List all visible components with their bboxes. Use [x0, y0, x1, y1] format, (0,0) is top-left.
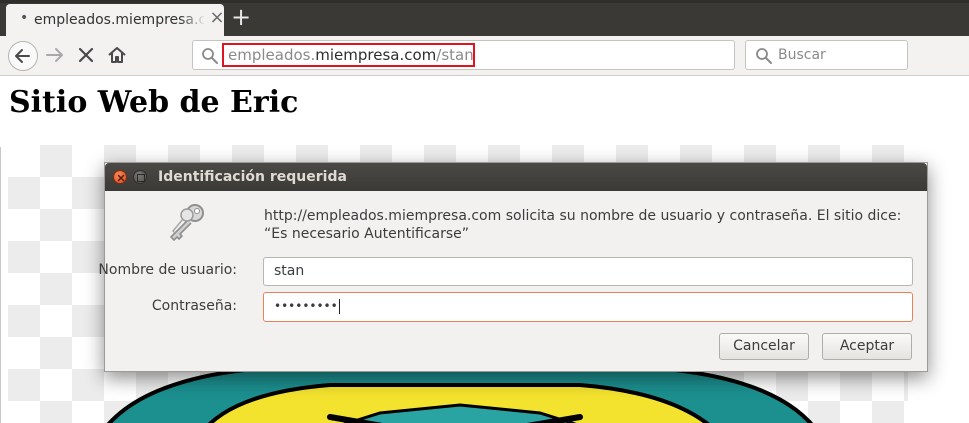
page-title: Sitio Web de Eric: [9, 85, 299, 120]
cancel-button[interactable]: Cancelar: [719, 333, 809, 360]
home-icon: [108, 47, 126, 63]
username-field[interactable]: stan: [263, 257, 913, 286]
tab-close-icon[interactable]: ×: [209, 8, 225, 28]
tab-active[interactable]: • empleados.miempresa.com/stan ×: [6, 4, 225, 36]
url-path: /stan: [436, 46, 474, 64]
stop-button[interactable]: [74, 43, 98, 67]
accept-button[interactable]: Aceptar: [822, 333, 912, 360]
password-label: Contraseña:: [151, 298, 237, 314]
tab-title-fade: [180, 8, 206, 28]
stop-x-icon: [78, 47, 94, 63]
home-button[interactable]: [105, 43, 129, 67]
search-icon: [202, 48, 218, 64]
username-label: Nombre de usuario:: [98, 262, 237, 278]
url-bar[interactable]: empleados.miempresa.com/stan: [192, 40, 735, 70]
close-icon: [117, 174, 125, 182]
navigation-toolbar: empleados.miempresa.com/stan Buscar: [0, 36, 969, 76]
username-value: stan: [274, 263, 305, 279]
arrow-left-icon: [15, 49, 30, 63]
dialog-close-button[interactable]: [113, 170, 127, 184]
cartoon-image: [106, 365, 814, 423]
dialog-minimize-button[interactable]: [133, 170, 147, 184]
arrow-right-icon: [46, 48, 63, 62]
dialog-titlebar[interactable]: Identificación requerida: [105, 163, 927, 191]
page-border: [0, 147, 1, 423]
url-text[interactable]: empleados.miempresa.com/stan: [228, 46, 474, 64]
tab-title: empleados.miempresa.com/stan: [34, 12, 204, 28]
new-tab-button[interactable]: +: [228, 2, 254, 32]
text-caret: [338, 299, 340, 314]
search-bar[interactable]: Buscar: [745, 40, 908, 70]
tab-loading-indicator: •: [20, 10, 29, 26]
dialog-title: Identificación requerida: [158, 169, 347, 185]
back-button[interactable]: [8, 41, 38, 71]
search-icon: [756, 48, 772, 64]
search-placeholder: Buscar: [778, 47, 826, 63]
forward-button[interactable]: [43, 43, 67, 67]
password-field[interactable]: •••••••••: [263, 292, 913, 322]
url-prefix: empleados.: [228, 46, 316, 64]
dialog-message: http://empleados.miempresa.com solicita …: [264, 208, 902, 242]
tab-strip: • empleados.miempresa.com/stan × +: [0, 0, 969, 36]
password-value: •••••••••: [274, 299, 338, 313]
auth-dialog: Identificación requerida http://empleado…: [98, 162, 928, 372]
keys-icon: [170, 204, 204, 241]
url-host: miempresa.com: [315, 46, 437, 64]
